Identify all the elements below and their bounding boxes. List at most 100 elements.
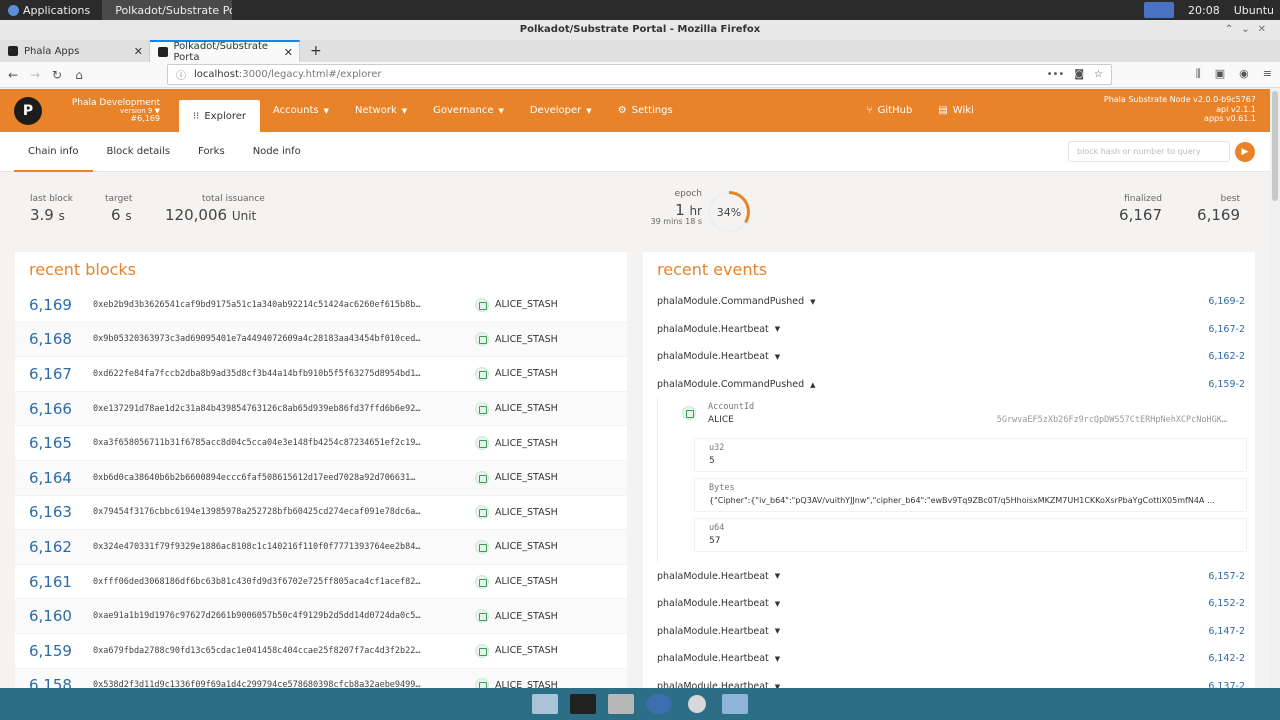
event-block-link[interactable]: 6,152-2 <box>1208 598 1245 609</box>
page-scrollbar[interactable] <box>1270 89 1280 688</box>
reload-icon[interactable]: ↻ <box>46 68 68 82</box>
close-tab-icon[interactable]: ✕ <box>134 45 143 58</box>
block-author[interactable]: ALICE_STASH <box>475 332 558 347</box>
chevron-down-icon[interactable]: ▼ <box>775 572 780 580</box>
dock-terminal-icon[interactable] <box>566 690 600 718</box>
nav-label: Network <box>354 105 397 116</box>
nav-wiki[interactable]: ▤ Wiki <box>925 89 986 132</box>
nav-explorer[interactable]: ⁝⁝ Explorer <box>179 100 260 132</box>
chevron-up-icon[interactable]: ▲ <box>810 381 815 389</box>
block-author[interactable]: ALICE_STASH <box>475 678 558 688</box>
block-number-link[interactable]: 6,166 <box>29 400 93 418</box>
block-author[interactable]: ALICE_STASH <box>475 436 558 451</box>
block-number-link[interactable]: 6,163 <box>29 503 93 521</box>
url-bar[interactable]: ⓘ localhost:3000/legacy.html#/explorer •… <box>167 64 1112 85</box>
block-search-input[interactable]: block hash or number to query <box>1068 141 1230 162</box>
block-author[interactable]: ALICE_STASH <box>475 539 558 554</box>
event-block-link[interactable]: 6,157-2 <box>1208 571 1245 582</box>
dock-folder-icon[interactable] <box>718 690 752 718</box>
block-author[interactable]: ALICE_STASH <box>475 574 558 589</box>
chevron-down-icon[interactable]: ▼ <box>775 600 780 608</box>
back-icon[interactable]: ← <box>2 68 24 82</box>
block-author[interactable]: ALICE_STASH <box>475 643 558 658</box>
scrollbar-thumb[interactable] <box>1272 91 1278 201</box>
tab-chain-info[interactable]: Chain info <box>14 132 93 172</box>
window-controls[interactable]: ⌃⌄✕ <box>1225 20 1274 40</box>
author-name: ALICE_STASH <box>495 403 558 415</box>
dock-browser-icon[interactable] <box>642 690 676 718</box>
block-author[interactable]: ALICE_STASH <box>475 470 558 485</box>
nav-governance[interactable]: Governance ▼ <box>420 89 517 132</box>
new-tab-button[interactable]: + <box>300 40 332 62</box>
chain-selector[interactable]: Phala Development version 9 ▼ #6,169 <box>50 98 160 123</box>
block-number-link[interactable]: 6,161 <box>29 573 93 591</box>
chevron-down-icon[interactable]: ▼ <box>775 353 780 361</box>
dock-search-icon[interactable] <box>680 690 714 718</box>
tab-block-details[interactable]: Block details <box>93 132 185 172</box>
block-author[interactable]: ALICE_STASH <box>475 401 558 416</box>
library-icon[interactable]: ⫼ <box>1196 67 1201 81</box>
user-menu[interactable]: Ubuntu <box>1234 4 1274 17</box>
event-row[interactable]: phalaModule.Heartbeat ▼ 6,162-2 <box>643 343 1255 371</box>
block-number-link[interactable]: 6,168 <box>29 330 93 348</box>
block-number-link[interactable]: 6,165 <box>29 434 93 452</box>
block-number-link[interactable]: 6,164 <box>29 469 93 487</box>
event-row[interactable]: phalaModule.Heartbeat ▼ 6,137-2 <box>643 673 1255 688</box>
dock-desktop-icon[interactable] <box>528 690 562 718</box>
tab-polkadot-portal[interactable]: Polkadot/Substrate Porta ✕ <box>150 40 300 63</box>
event-row[interactable]: phalaModule.Heartbeat ▼ 6,167-2 <box>643 316 1255 344</box>
event-row[interactable]: phalaModule.Heartbeat ▼ 6,147-2 <box>643 618 1255 646</box>
search-go-button[interactable]: ▶ <box>1235 142 1255 162</box>
nav-accounts[interactable]: Accounts ▼ <box>260 89 342 132</box>
nav-settings[interactable]: ⚙ Settings <box>605 89 686 132</box>
block-number-link[interactable]: 6,169 <box>29 296 93 314</box>
menu-icon[interactable]: ≡ <box>1263 67 1272 81</box>
nav-developer[interactable]: Developer ▼ <box>517 89 605 132</box>
more-actions-icon[interactable]: ••• <box>1047 69 1065 80</box>
tray-firefox-icon[interactable] <box>1144 2 1175 18</box>
event-row[interactable]: phalaModule.Heartbeat ▼ 6,142-2 <box>643 645 1255 673</box>
info-icon[interactable]: ⓘ <box>176 67 186 82</box>
home-icon[interactable]: ⌂ <box>68 68 90 82</box>
event-block-link[interactable]: 6,169-2 <box>1208 296 1245 307</box>
taskbar-firefox[interactable]: Polkadot/Substrate Port… <box>102 0 233 20</box>
block-number-link[interactable]: 6,162 <box>29 538 93 556</box>
tab-phala-apps[interactable]: Phala Apps ✕ <box>0 40 150 62</box>
nav-network[interactable]: Network ▼ <box>342 89 420 132</box>
block-author[interactable]: ALICE_STASH <box>475 366 558 381</box>
bookmark-star-icon[interactable]: ☆ <box>1094 69 1103 80</box>
account-icon[interactable]: ◉ <box>1239 67 1249 81</box>
tab-forks[interactable]: Forks <box>184 132 239 172</box>
block-number-link[interactable]: 6,159 <box>29 642 93 660</box>
event-block-link[interactable]: 6,167-2 <box>1208 324 1245 335</box>
nav-github[interactable]: ⑂ GitHub <box>854 89 926 132</box>
tab-node-info[interactable]: Node info <box>239 132 315 172</box>
forward-icon[interactable]: → <box>24 68 46 82</box>
chevron-down-icon[interactable]: ▼ <box>775 655 780 663</box>
event-block-link[interactable]: 6,142-2 <box>1208 653 1245 664</box>
block-number-link[interactable]: 6,160 <box>29 607 93 625</box>
recent-blocks-panel: recent blocks 6,169 0xeb2b9d3b3626541caf9… <box>15 252 627 688</box>
event-block-link[interactable]: 6,159-2 <box>1208 379 1245 390</box>
chevron-down-icon[interactable]: ▼ <box>810 298 815 306</box>
event-row[interactable]: phalaModule.CommandPushed ▲ 6,159-2 <box>643 371 1255 399</box>
sidebar-icon[interactable]: ▣ <box>1215 67 1225 81</box>
applications-menu[interactable]: Applications <box>0 0 98 20</box>
chevron-down-icon[interactable]: ▼ <box>775 325 780 333</box>
pocket-icon[interactable]: ◙ <box>1074 69 1084 80</box>
dock-files-icon[interactable] <box>604 690 638 718</box>
account-address[interactable]: 5GrwvaEF5zXb26Fz9rcQpDWS57CtERHpNehXCPcN… <box>997 415 1227 425</box>
block-number-link[interactable]: 6,158 <box>29 676 93 688</box>
event-block-link[interactable]: 6,147-2 <box>1208 626 1245 637</box>
block-number-link[interactable]: 6,167 <box>29 365 93 383</box>
event-row[interactable]: phalaModule.CommandPushed ▼ 6,169-2 <box>643 288 1255 316</box>
event-block-link[interactable]: 6,137-2 <box>1208 681 1245 688</box>
event-row[interactable]: phalaModule.Heartbeat ▼ 6,157-2 <box>643 562 1255 590</box>
event-block-link[interactable]: 6,162-2 <box>1208 351 1245 362</box>
block-author[interactable]: ALICE_STASH <box>475 297 558 312</box>
chevron-down-icon[interactable]: ▼ <box>775 627 780 635</box>
close-tab-icon[interactable]: ✕ <box>284 46 293 59</box>
block-author[interactable]: ALICE_STASH <box>475 505 558 520</box>
event-row[interactable]: phalaModule.Heartbeat ▼ 6,152-2 <box>643 590 1255 618</box>
block-author[interactable]: ALICE_STASH <box>475 609 558 624</box>
